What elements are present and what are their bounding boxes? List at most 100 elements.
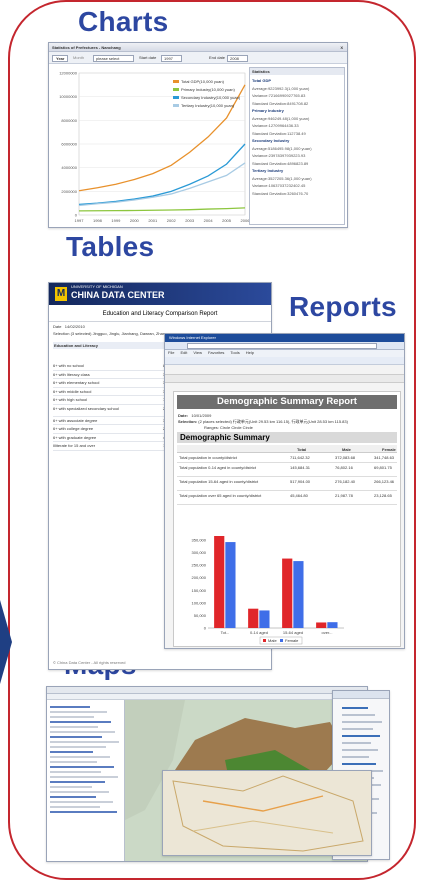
sidebar-entry[interactable] [50, 781, 105, 783]
demo-row-label: Total population over 65 aged in county/… [179, 493, 262, 498]
x-tick-label: 2001 [148, 218, 158, 223]
legend-swatch [173, 96, 179, 99]
category-select[interactable]: please select [93, 55, 135, 62]
demo-male: 21,987.78 [335, 493, 353, 498]
demo-row-label: Total population in county/district [179, 455, 237, 460]
ie-address-bar [165, 342, 404, 350]
y-tick-label: 8000000 [61, 118, 77, 123]
bar-male [282, 558, 293, 628]
layer-entry[interactable] [342, 749, 378, 751]
sidebar-entry[interactable] [50, 761, 97, 763]
x-tick-label: 2005 [222, 218, 232, 223]
bar-y-tick: 250,000 [192, 563, 207, 568]
sidebar-entry[interactable] [50, 706, 90, 708]
bar-y-tick: 50,000 [194, 613, 207, 618]
sidebar-entry[interactable] [50, 711, 107, 713]
legend-label: Secondary Industry(10,000 yuan) [181, 95, 241, 100]
demo-col-header: Total [297, 447, 307, 452]
layer-entry[interactable] [342, 742, 371, 744]
sidebar-entry[interactable] [50, 751, 93, 753]
menu-help[interactable]: Help [246, 350, 254, 357]
legend-label: Tertiary Industry(10,000 yuan) [181, 103, 235, 108]
end-date-label: End date [209, 55, 226, 60]
bar-female [327, 622, 338, 628]
bar-y-tick: 350,000 [192, 538, 207, 543]
layer-entry[interactable] [342, 735, 380, 737]
chart-window-title: Statistics of Prefectures - Nanchang [52, 45, 121, 50]
logo-line: CHINA DATA CENTER [71, 290, 165, 300]
x-tick-label: 1997 [75, 218, 85, 223]
sidebar-entry[interactable] [50, 801, 113, 803]
menu-favorites[interactable]: Favorites [208, 350, 224, 357]
ie-title: Windows Internet Explorer [169, 335, 216, 340]
sidebar-entry[interactable] [50, 746, 106, 748]
close-icon[interactable]: X [340, 45, 343, 50]
layer-entry[interactable] [342, 756, 369, 758]
stat-line: Variance:10637037232402.45 [252, 183, 306, 188]
logo-banner: M UNIVERSITY OF MICHIGAN CHINA DATA CENT… [49, 283, 271, 305]
demo-table-row: Total population in county/district 711,6… [177, 453, 397, 463]
sidebar-entry[interactable] [50, 791, 109, 793]
tab-month[interactable]: Month [73, 55, 84, 60]
heading-tables: Tables [66, 231, 155, 262]
demo-male: 372,083.68 [335, 455, 356, 460]
stat-line: Standard Deviation:112738.49 [252, 130, 306, 136]
sidebar-entry[interactable] [50, 776, 118, 778]
layer-entry[interactable] [342, 721, 382, 723]
date-value: 14/02/2010 [64, 324, 85, 329]
demo-male: 76,802.16 [335, 465, 353, 470]
demo-row-label: Total population 0-14 aged in county/dis… [179, 465, 256, 470]
sidebar-entry[interactable] [50, 796, 96, 798]
stat-line: Average:946249.48(1,000 yuan) [252, 115, 310, 121]
sidebar-entry[interactable] [50, 741, 119, 743]
sidebar-entry[interactable] [50, 726, 98, 728]
menu-edit[interactable]: Edit [180, 350, 187, 357]
map-sidebar [47, 700, 125, 861]
demo-female: 69,801.75 [374, 465, 392, 470]
layer-entry[interactable] [342, 707, 368, 709]
report-date-value: 10/01/2009 [191, 413, 212, 418]
menu-tools[interactable]: Tools [230, 350, 239, 357]
x-tick-label: 2000 [130, 218, 140, 223]
y-tick-label: 10000000 [59, 94, 78, 99]
menu-file[interactable]: File [168, 350, 174, 357]
sidebar-entry[interactable] [50, 786, 92, 788]
stat-line: Primary Industry [252, 108, 284, 113]
tab-year[interactable]: Year [52, 55, 69, 62]
demo-total: 145,684.31 [290, 465, 311, 470]
layer-entry[interactable] [342, 714, 375, 716]
demo-female: 23,128.65 [374, 493, 392, 498]
sidebar-entry[interactable] [50, 811, 117, 813]
layer-entry[interactable] [342, 728, 373, 730]
selection-value: (3 selected) Jingguo, Jinglu, Jianhang, … [70, 331, 177, 336]
sidebar-entry[interactable] [50, 731, 115, 733]
legend-swatch [173, 104, 179, 107]
stat-line: Average:9223992.3(1,000 yuan) [252, 85, 310, 91]
layer-entry[interactable] [342, 763, 376, 765]
menu-view[interactable]: View [193, 350, 202, 357]
start-date-select[interactable]: 1997 [161, 55, 182, 62]
demo-col-header: Female [382, 447, 396, 452]
map-toolbar [47, 687, 367, 694]
y-tick-label: 0 [75, 213, 78, 218]
sidebar-entry[interactable] [50, 756, 110, 758]
legend-label: Total GDP(10,000 yuan) [181, 79, 225, 84]
sidebar-entry[interactable] [50, 771, 101, 773]
end-date-select[interactable]: 2008 [227, 55, 248, 62]
sidebar-entry[interactable] [50, 806, 100, 808]
row-label: 6+ with literacy class [53, 371, 90, 377]
demo-male: 276,182.40 [335, 479, 356, 484]
sidebar-entry[interactable] [50, 721, 111, 723]
sidebar-entry[interactable] [50, 736, 102, 738]
sidebar-entry[interactable] [50, 716, 94, 718]
address-input[interactable] [187, 343, 377, 349]
secondary-map [163, 771, 371, 855]
x-tick-label: 2002 [167, 218, 177, 223]
bar-female [225, 542, 236, 628]
y-tick-label: 6000000 [61, 142, 77, 147]
x-tick-label: 2003 [185, 218, 195, 223]
sidebar-entry[interactable] [50, 766, 114, 768]
bar-y-tick: 200,000 [192, 575, 207, 580]
y-tick-label: 12000000 [59, 71, 78, 76]
demo-col-header: Male [342, 447, 351, 452]
